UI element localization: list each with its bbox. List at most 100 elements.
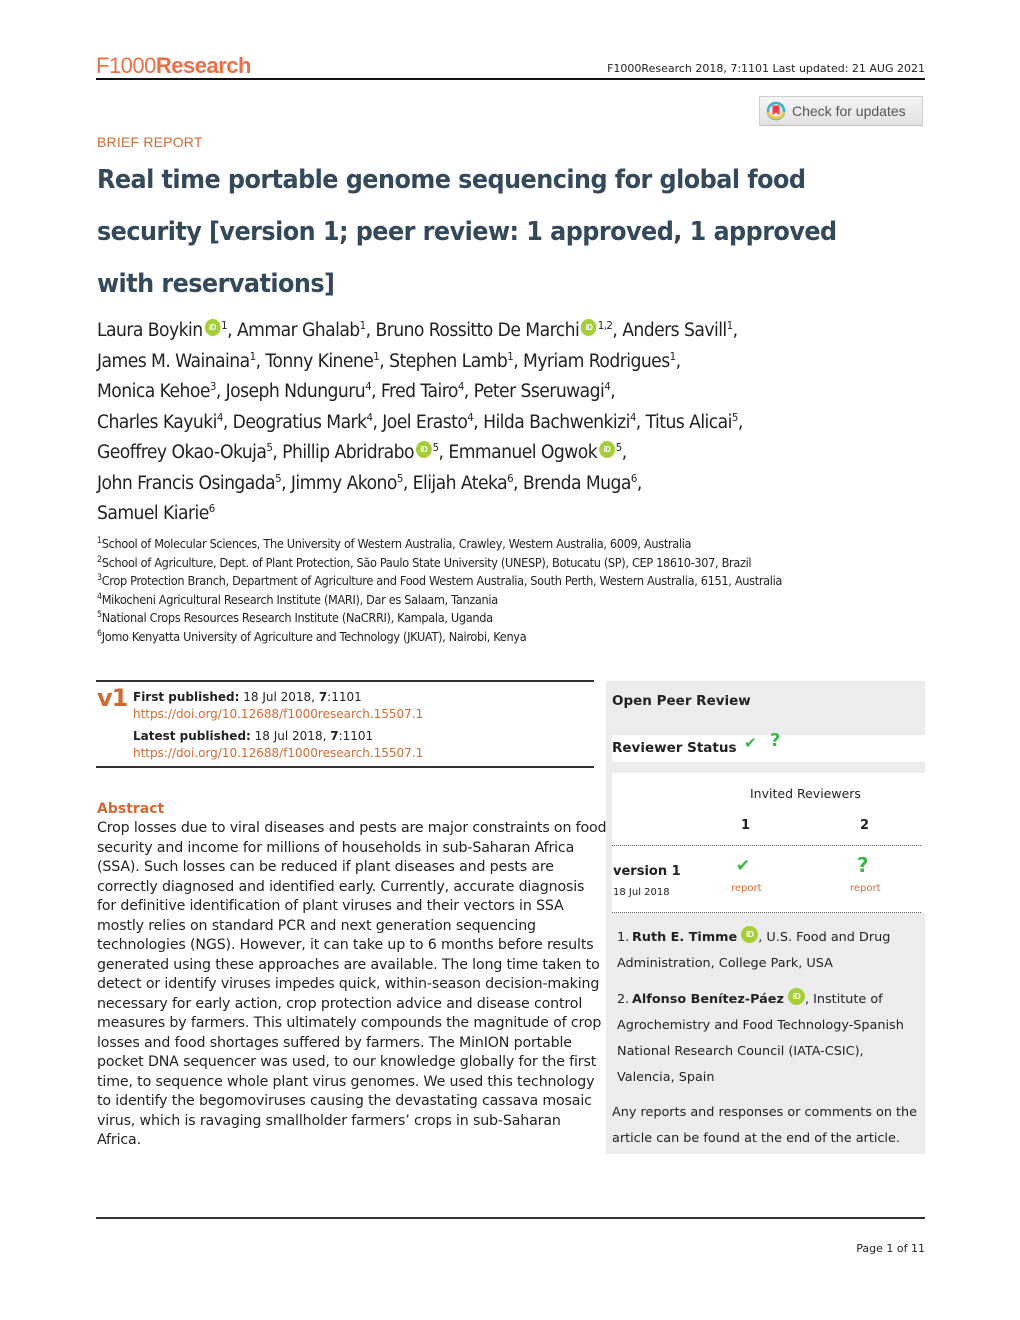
author[interactable]: Fred Tairo4, <box>381 381 474 402</box>
author-name: Emmanuel Ogwok <box>448 442 598 463</box>
orcid-icon[interactable]: iD <box>204 319 221 336</box>
author[interactable]: Titus Alicai5, <box>645 411 744 433</box>
affiliation-item: 3Crop Protection Branch, Department of A… <box>97 572 869 591</box>
orcid-icon[interactable]: iD <box>788 987 805 1005</box>
author-name: Ammar Ghalab <box>236 320 360 341</box>
title-review-status: [version 1; peer review: 1 approved, 1 a… <box>97 217 837 299</box>
first-published-article: :1101 <box>327 690 362 704</box>
author-separator: , <box>513 472 523 494</box>
affiliation-text: Crop Protection Branch, Department of Ag… <box>101 574 783 589</box>
author[interactable]: Brenda Muga6, <box>523 473 642 494</box>
author-name: Peter Sseruwagi <box>473 381 605 402</box>
author-separator: , <box>281 472 291 494</box>
author[interactable]: Ammar Ghalab1, <box>237 320 375 341</box>
author-separator: , <box>372 411 383 433</box>
author[interactable]: Charles Kayuki4, <box>97 412 233 433</box>
latest-published: Latest published: 18 Jul 2018, 7:1101 <box>133 728 373 744</box>
reviewer-1-report-link[interactable]: report <box>731 883 762 894</box>
author[interactable]: Hilda Bachwenkizi4, <box>483 412 646 433</box>
author[interactable]: Myriam Rodrigues1, <box>523 350 682 372</box>
author-separator: , <box>463 381 474 402</box>
author[interactable]: Phillip Abridrabo iD 5, <box>282 441 449 463</box>
article-title: Real time portable genome sequencing for… <box>97 154 861 310</box>
f1000research-logo[interactable]: F1000Research <box>96 54 251 78</box>
author[interactable]: Geoffrey Okao-Okuja5, <box>97 442 282 463</box>
affiliation-text: School of Molecular Sciences, The Univer… <box>101 537 692 551</box>
latest-doi-link[interactable]: https://doi.org/10.12688/f1000research.1… <box>133 745 423 761</box>
reviewer-item: 2. Alfonso Benítez-Páez iD, Institute of … <box>617 987 917 1092</box>
reviewer-2-reservations-question-icon: ? <box>857 853 869 877</box>
author-name: Stephen Lamb <box>389 350 508 372</box>
author[interactable]: Laura Boykin iD 1, <box>97 319 237 341</box>
version-row-date: 18 Jul 2018 <box>613 887 670 898</box>
affiliation-item: 2School of Agriculture, Dept. of Plant P… <box>97 554 869 573</box>
author[interactable]: Emmanuel Ogwok iD 5, <box>448 441 628 463</box>
reviewer-name[interactable]: Alfonso Benítez-Páez <box>632 992 784 1007</box>
approved-with-reservations-icon: ? <box>770 730 781 751</box>
author-separator: , <box>371 381 381 402</box>
author-name: Phillip Abridrabo <box>282 442 414 463</box>
author-separator: , <box>635 411 646 433</box>
author[interactable]: Stephen Lamb1, <box>389 351 523 372</box>
orcid-icon[interactable]: iD <box>581 319 597 336</box>
author[interactable]: Tonny Kinene1, <box>265 351 389 372</box>
affiliation-text: Jomo Kenyatta University of Agriculture … <box>101 629 527 644</box>
author[interactable]: John Francis Osingada5, <box>97 473 291 494</box>
first-doi-link[interactable]: https://doi.org/10.12688/f1000research.1… <box>133 706 423 722</box>
reviewer-name[interactable]: Ruth E. Timme <box>632 930 737 945</box>
author-name: James M. Wainaina <box>97 350 250 372</box>
first-published-label: First published: <box>133 690 240 704</box>
author-name: Charles Kayuki <box>97 411 217 433</box>
reviewer-item: 1. Ruth E. Timme iD, U.S. Food and Drug A… <box>617 925 917 978</box>
latest-published-volume: 7 <box>330 729 339 743</box>
reviewer-2-report-link[interactable]: report <box>850 883 881 894</box>
author[interactable]: Elijah Ateka6, <box>413 473 523 494</box>
author-list: Laura Boykin iD 1, Ammar Ghalab1, Bruno Ro… <box>97 316 869 530</box>
author[interactable]: James M. Wainaina1, <box>97 351 265 372</box>
author-separator: , <box>621 442 628 463</box>
author[interactable]: Joel Erasto4, <box>382 412 483 433</box>
author-affiliation-ref: 6 <box>208 502 216 515</box>
first-published-volume: 7 <box>318 690 328 704</box>
affiliation-list: 1School of Molecular Sciences, The Unive… <box>97 535 869 647</box>
author[interactable]: Samuel Kiarie6 <box>97 503 215 524</box>
author-separator: , <box>255 350 266 372</box>
author-name: Joseph Ndunguru <box>225 381 366 402</box>
affiliation-text: National Crops Resources Research Instit… <box>101 611 493 626</box>
affiliation-text: School of Agriculture, Dept. of Plant Pr… <box>101 555 752 570</box>
orcid-icon[interactable]: iD <box>415 441 432 458</box>
author-separator: , <box>272 442 283 463</box>
author-separator: , <box>612 320 623 341</box>
author[interactable]: Monica Kehoe3, <box>97 381 226 402</box>
author[interactable]: Anders Savill1, <box>622 320 738 341</box>
affiliation-item: 4Mikocheni Agricultural Research Institu… <box>97 591 869 610</box>
author-name: Fred Tairo <box>380 381 458 402</box>
affiliation-item: 5National Crops Resources Research Insti… <box>97 609 869 628</box>
author-separator: , <box>636 472 643 494</box>
author-name: Geoffrey Okao-Okuja <box>97 442 267 463</box>
version-badge: v1 <box>97 684 128 712</box>
author[interactable]: Jimmy Akono5, <box>291 473 413 494</box>
footer-divider <box>96 1217 925 1219</box>
affiliation-item: 6Jomo Kenyatta University of Agriculture… <box>97 628 869 647</box>
author-separator: , <box>473 411 484 433</box>
author-separator: , <box>675 350 682 372</box>
orcid-icon[interactable]: iD <box>599 441 615 458</box>
header-divider <box>96 78 925 80</box>
author-name: Monica Kehoe <box>97 381 210 402</box>
author-separator: , <box>379 350 390 372</box>
author-separator: , <box>438 442 449 463</box>
reviewer-1-approved-check-icon: ✔ <box>736 856 751 876</box>
author-name: Bruno Rossitto De Marchi <box>375 320 580 341</box>
author[interactable]: Joseph Ndunguru4, <box>226 381 381 402</box>
author-name: Deogratius Mark <box>232 411 367 433</box>
latest-published-label: Latest published: <box>133 729 251 743</box>
author-affiliation-ref: 1,2 <box>597 319 613 332</box>
author-name: Jimmy Akono <box>290 472 398 494</box>
check-for-updates-button[interactable]: Check for updates <box>759 96 923 126</box>
orcid-icon[interactable]: iD <box>741 926 759 943</box>
author[interactable]: Bruno Rossitto De Marchi iD 1,2, <box>375 319 623 341</box>
author[interactable]: Deogratius Mark4, <box>233 412 383 433</box>
author-name: Titus Alicai <box>645 411 733 433</box>
author[interactable]: Peter Sseruwagi4, <box>473 381 616 402</box>
